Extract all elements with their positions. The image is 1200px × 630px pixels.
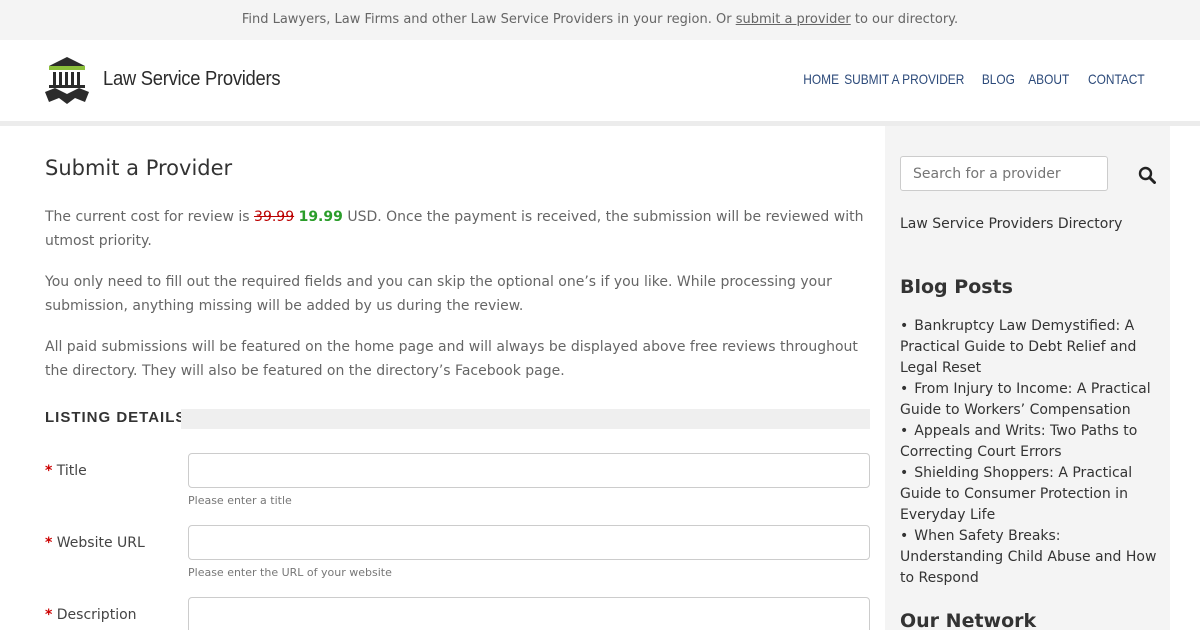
site-header: Law Service Providers HOME SUBMIT A PROV… xyxy=(0,40,1200,122)
submit-provider-link[interactable]: submit a provider xyxy=(736,12,851,27)
our-network-title: Our Network xyxy=(900,610,1037,630)
new-price: 19.99 xyxy=(298,209,343,225)
featured-paragraph: All paid submissions will be featured on… xyxy=(45,339,858,379)
list-item[interactable]: • From Injury to Income: A Practical Guid… xyxy=(900,379,1160,421)
post-link[interactable]: Appeals and Writs: Two Paths to Correcti… xyxy=(900,423,1137,460)
blog-posts-title: Blog Posts xyxy=(900,276,1013,298)
search-input[interactable] xyxy=(900,156,1108,191)
nav-contact[interactable]: CONTACT xyxy=(1088,71,1145,87)
bullet: • xyxy=(900,318,909,334)
website-label: * Website URL xyxy=(45,535,145,551)
post-link[interactable]: From Injury to Income: A Practical Guide… xyxy=(900,381,1151,418)
nav-home[interactable]: HOME xyxy=(803,71,839,87)
site-name[interactable]: Law Service Providers xyxy=(103,68,281,91)
directory-link[interactable]: Law Service Providers Directory xyxy=(900,216,1122,232)
cost-text: The current cost for review is xyxy=(45,209,255,225)
post-link[interactable]: When Safety Breaks: Understanding Child … xyxy=(900,528,1156,586)
top-announcement-bar: Find Lawyers, Law Firms and other Law Se… xyxy=(0,0,1200,40)
description-label-text: Description xyxy=(56,607,137,623)
courthouse-handshake-icon[interactable] xyxy=(45,54,89,106)
website-url-input[interactable] xyxy=(188,525,870,560)
bullet: • xyxy=(900,423,909,439)
title-input[interactable] xyxy=(188,453,870,488)
list-item[interactable]: • When Safety Breaks: Understanding Child… xyxy=(900,526,1160,589)
post-link[interactable]: Shielding Shoppers: A Practical Guide to… xyxy=(900,465,1132,523)
nav-blog[interactable]: BLOG xyxy=(982,71,1015,87)
blog-post-list: • Bankruptcy Law Demystified: A Practical… xyxy=(900,316,1160,589)
title-label-text: Title xyxy=(56,463,87,479)
website-label-text: Website URL xyxy=(56,535,145,551)
required-mark: * xyxy=(45,607,53,623)
required-mark: * xyxy=(45,463,53,479)
nav-about[interactable]: ABOUT xyxy=(1028,71,1069,87)
description-label: * Description xyxy=(45,607,137,623)
list-item[interactable]: • Appeals and Writs: Two Paths to Correct… xyxy=(900,421,1160,463)
section-divider-bar xyxy=(181,409,870,429)
title-hint: Please enter a title xyxy=(188,494,292,507)
bullet: • xyxy=(900,381,909,397)
page-title: Submit a Provider xyxy=(45,156,233,180)
bullet: • xyxy=(900,528,909,544)
bullet: • xyxy=(900,465,909,481)
required-mark: * xyxy=(45,535,53,551)
list-item[interactable]: • Shielding Shoppers: A Practical Guide t… xyxy=(900,463,1160,526)
magnifier-icon[interactable] xyxy=(1138,166,1156,184)
cost-paragraph: The current cost for review is 39.99 19.… xyxy=(45,205,870,253)
listing-details-header: LISTING DETAILS xyxy=(45,409,870,429)
title-label: * Title xyxy=(45,463,87,479)
description-input[interactable] xyxy=(188,597,870,630)
post-link[interactable]: Bankruptcy Law Demystified: A Practical … xyxy=(900,318,1136,376)
list-item[interactable]: • Bankruptcy Law Demystified: A Practical… xyxy=(900,316,1160,379)
website-hint: Please enter the URL of your website xyxy=(188,566,392,579)
old-price: 39.99 xyxy=(254,209,295,225)
section-title: LISTING DETAILS xyxy=(45,409,187,426)
instructions-paragraph: You only need to fill out the required f… xyxy=(45,274,832,314)
nav-submit-provider[interactable]: SUBMIT A PROVIDER xyxy=(844,71,964,87)
announcement-text: Find Lawyers, Law Firms and other Law Se… xyxy=(241,12,736,27)
announcement-text-end: to our directory. xyxy=(850,12,959,27)
sidebar: Law Service Providers Directory Blog Pos… xyxy=(885,126,1170,630)
